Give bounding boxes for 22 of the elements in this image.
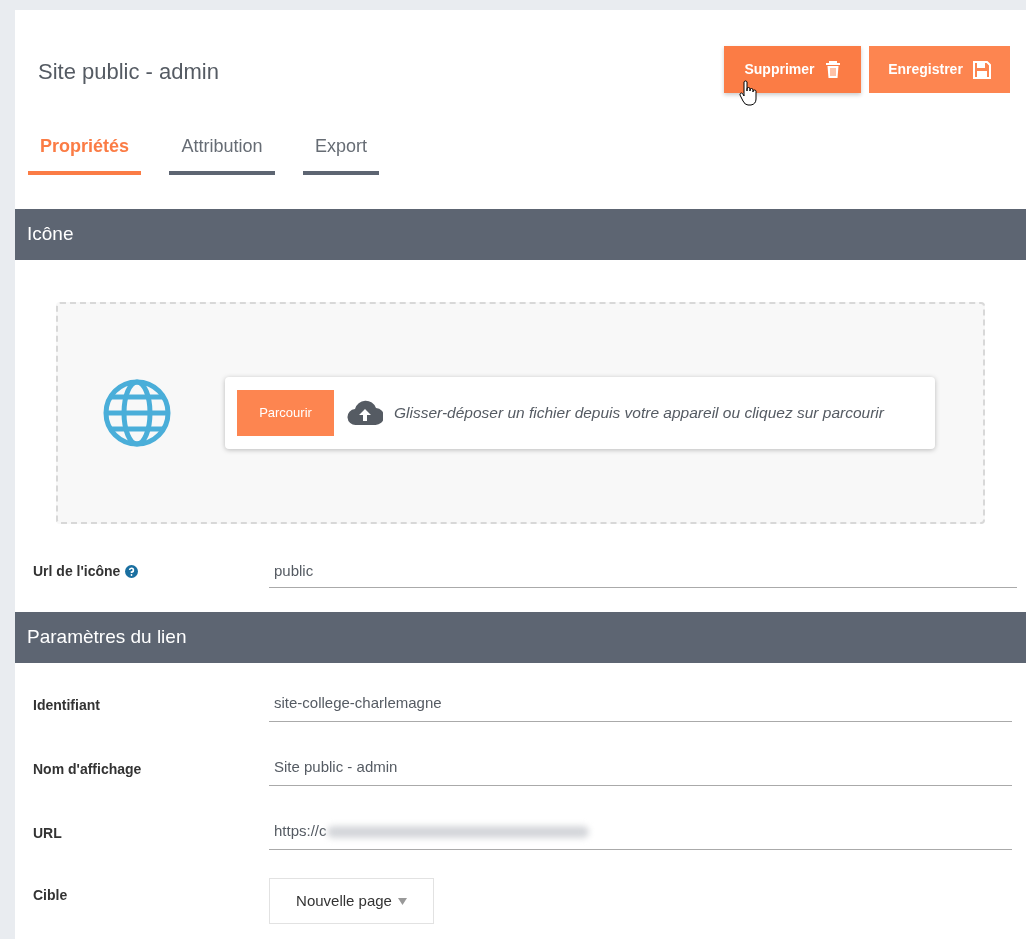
tab[interactable]: Attribution <box>169 133 275 175</box>
globe-icon <box>102 378 172 448</box>
field-label: Identifiant <box>32 696 101 715</box>
section-header: Paramètres du lien <box>15 612 1026 663</box>
page-title: Site public - admin <box>37 58 219 86</box>
input-field[interactable]: public <box>269 554 1017 588</box>
target-dropdown[interactable]: Nouvelle page <box>269 878 434 924</box>
trash-icon <box>824 60 841 79</box>
upload-hint: Glisser-déposer un fichier depuis votre appareil ou cliquez sur parcourir <box>394 403 886 423</box>
cloud-upload-icon <box>347 400 383 426</box>
dropdown-arrow-icon <box>397 897 407 905</box>
field-label: Url de l'icône <box>33 562 121 581</box>
field-label: URL <box>32 824 63 843</box>
field-label: Cible <box>32 886 69 905</box>
help-icon <box>125 565 139 578</box>
input-field[interactable]: Site public - admin <box>269 750 1012 786</box>
hand-cursor-icon <box>739 80 759 106</box>
input-field[interactable]: https://c <box>269 814 1012 850</box>
input-field[interactable]: site-college-charlemagne <box>269 686 1012 722</box>
field-label: Nom d'affichage <box>32 760 143 779</box>
tab[interactable]: Export <box>303 133 379 175</box>
section-header: Icône <box>15 209 1026 260</box>
